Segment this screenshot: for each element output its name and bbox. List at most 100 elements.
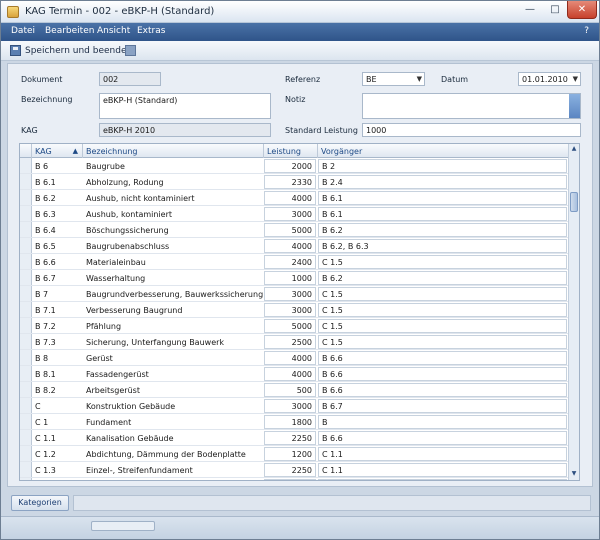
cell-leistung[interactable]: 2250 bbox=[264, 463, 316, 477]
table-row[interactable]: B 6.1 Abholzung, Rodung 2330 B 2.4 bbox=[20, 174, 569, 190]
grid-scrollbar[interactable]: ▲ ▼ bbox=[568, 144, 579, 480]
row-selector[interactable] bbox=[20, 254, 32, 269]
row-selector[interactable] bbox=[20, 318, 32, 333]
cell-vorgaenger[interactable]: B 6.7 bbox=[318, 399, 567, 413]
cell-vorgaenger[interactable]: C 1.5 bbox=[318, 287, 567, 301]
table-row[interactable]: C Konstruktion Gebäude 3000 B 6.7 bbox=[20, 398, 569, 414]
cell-leistung[interactable]: 4000 bbox=[264, 367, 316, 381]
cell-bezeichnung[interactable]: Gerüst bbox=[83, 350, 264, 365]
cell-vorgaenger[interactable]: B 6.2 bbox=[318, 271, 567, 285]
cell-leistung[interactable]: 4000 bbox=[264, 191, 316, 205]
cell-bezeichnung[interactable]: Sicherung, Unterfangung Bauwerk bbox=[83, 334, 264, 349]
cell-kag[interactable]: B 6.1 bbox=[32, 174, 83, 189]
cell-vorgaenger[interactable]: C 1.5 bbox=[318, 335, 567, 349]
table-row[interactable]: C 1 Fundament 1800 B bbox=[20, 414, 569, 430]
cell-bezeichnung[interactable]: Bodenplatte nicht tragend bbox=[83, 478, 264, 480]
table-row[interactable]: C 1.4Bodenplatte nicht tragend1800C 1.1 bbox=[20, 478, 569, 480]
minimize-button[interactable]: — bbox=[517, 1, 543, 19]
cell-kag[interactable]: B 7.2 bbox=[32, 318, 83, 333]
cell-bezeichnung[interactable]: Abdichtung, Dämmung der Bodenplatte bbox=[83, 446, 264, 461]
cell-bezeichnung[interactable]: Einzel-, Streifenfundament bbox=[83, 462, 264, 477]
cell-bezeichnung[interactable]: Pfählung bbox=[83, 318, 264, 333]
cell-vorgaenger[interactable]: B bbox=[318, 415, 567, 429]
row-selector[interactable] bbox=[20, 462, 32, 477]
menu-ansicht[interactable]: Ansicht bbox=[97, 26, 130, 36]
row-selector[interactable] bbox=[20, 286, 32, 301]
cell-kag[interactable]: C 1 bbox=[32, 414, 83, 429]
table-row[interactable]: B 8 Gerüst 4000 B 6.6 bbox=[20, 350, 569, 366]
cell-kag[interactable]: B 6.2 bbox=[32, 190, 83, 205]
cell-vorgaenger[interactable]: C 1.5 bbox=[318, 319, 567, 333]
save-close-icon[interactable] bbox=[10, 45, 21, 56]
cell-leistung[interactable]: 1000 bbox=[264, 271, 316, 285]
cell-bezeichnung[interactable]: Materialeinbau bbox=[83, 254, 264, 269]
table-row[interactable]: B 6.3 Aushub, kontaminiert 3000 B 6.1 bbox=[20, 206, 569, 222]
row-selector[interactable] bbox=[20, 174, 32, 189]
column-header-kag[interactable]: KAG ▲ bbox=[32, 144, 83, 158]
table-row[interactable]: B 7.3 Sicherung, Unterfangung Bauwerk 2500… bbox=[20, 334, 569, 350]
cell-bezeichnung[interactable]: Abholzung, Rodung bbox=[83, 174, 264, 189]
cell-kag[interactable]: B 6.4 bbox=[32, 222, 83, 237]
close-button[interactable]: ✕ bbox=[567, 1, 597, 19]
cell-leistung[interactable]: 2330 bbox=[264, 175, 316, 189]
cell-bezeichnung[interactable]: Böschungssicherung bbox=[83, 222, 264, 237]
cell-bezeichnung[interactable]: Aushub, kontaminiert bbox=[83, 206, 264, 221]
cell-leistung[interactable]: 2000 bbox=[264, 159, 316, 173]
table-row[interactable]: B 7.1 Verbesserung Baugrund 3000 C 1.5 bbox=[20, 302, 569, 318]
cell-bezeichnung[interactable]: Verbesserung Baugrund bbox=[83, 302, 264, 317]
scroll-down-icon[interactable]: ▼ bbox=[570, 470, 578, 479]
cell-leistung[interactable]: 5000 bbox=[264, 319, 316, 333]
column-header-leistung[interactable]: Leistung bbox=[264, 144, 318, 158]
referenz-dropdown[interactable]: BE ▼ bbox=[362, 72, 425, 86]
cell-leistung[interactable]: 1800 bbox=[264, 415, 316, 429]
row-selector[interactable] bbox=[20, 302, 32, 317]
cell-kag[interactable]: C 1.3 bbox=[32, 462, 83, 477]
cell-vorgaenger[interactable]: B 6.1 bbox=[318, 207, 567, 221]
cell-kag[interactable]: B 7 bbox=[32, 286, 83, 301]
menu-datei[interactable]: Datei bbox=[11, 26, 35, 36]
title-bar[interactable]: KAG Termin - 002 - eBKP-H (Standard) — □… bbox=[1, 1, 599, 23]
row-selector[interactable] bbox=[20, 190, 32, 205]
standard-leistung-field[interactable]: 1000 bbox=[362, 123, 581, 137]
row-selector[interactable] bbox=[20, 430, 32, 445]
table-row[interactable]: B 8.1 Fassadengerüst 4000 B 6.6 bbox=[20, 366, 569, 382]
cell-bezeichnung[interactable]: Fundament bbox=[83, 414, 264, 429]
row-selector[interactable] bbox=[20, 446, 32, 461]
cell-leistung[interactable]: 4000 bbox=[264, 351, 316, 365]
cell-vorgaenger[interactable]: B 6.1 bbox=[318, 191, 567, 205]
cell-vorgaenger[interactable]: C 1.5 bbox=[318, 303, 567, 317]
cell-vorgaenger[interactable]: B 2.4 bbox=[318, 175, 567, 189]
table-row[interactable]: B 7 Baugrundverbesserung, Bauwerkssicheru… bbox=[20, 286, 569, 302]
maximize-button[interactable]: □ bbox=[543, 1, 567, 19]
row-selector[interactable] bbox=[20, 270, 32, 285]
table-row[interactable]: B 6.5 Baugrubenabschluss 4000 B 6.2, B 6.3 bbox=[20, 238, 569, 254]
row-selector[interactable] bbox=[20, 414, 32, 429]
scroll-up-icon[interactable]: ▲ bbox=[570, 145, 578, 154]
cell-bezeichnung[interactable]: Konstruktion Gebäude bbox=[83, 398, 264, 413]
menu-bearbeiten[interactable]: Bearbeiten bbox=[45, 26, 94, 36]
cell-leistung[interactable]: 2500 bbox=[264, 335, 316, 349]
bezeichnung-field[interactable]: eBKP-H (Standard) bbox=[99, 93, 271, 119]
kag-field[interactable]: eBKP-H 2010 bbox=[99, 123, 271, 137]
cell-vorgaenger[interactable]: B 6.6 bbox=[318, 351, 567, 365]
cell-kag[interactable]: B 8.1 bbox=[32, 366, 83, 381]
cell-leistung[interactable]: 1800 bbox=[264, 479, 316, 480]
cell-bezeichnung[interactable]: Wasserhaltung bbox=[83, 270, 264, 285]
table-row[interactable]: B 7.2 Pfählung 5000 C 1.5 bbox=[20, 318, 569, 334]
cell-leistung[interactable]: 3000 bbox=[264, 207, 316, 221]
row-selector[interactable] bbox=[20, 222, 32, 237]
cell-vorgaenger[interactable]: B 2 bbox=[318, 159, 567, 173]
save-and-close-button[interactable]: Speichern und beenden bbox=[25, 46, 132, 56]
cell-vorgaenger[interactable]: C 1.1 bbox=[318, 463, 567, 477]
table-row[interactable]: C 1.1 Kanalisation Gebäude 2250 B 6.6 bbox=[20, 430, 569, 446]
column-header-bezeichnung[interactable]: Bezeichnung bbox=[83, 144, 264, 158]
menu-extras[interactable]: Extras bbox=[137, 26, 165, 36]
save-icon[interactable] bbox=[125, 45, 136, 56]
table-row[interactable]: B 8.2 Arbeitsgerüst 500 B 6.6 bbox=[20, 382, 569, 398]
cell-vorgaenger[interactable]: B 6.2 bbox=[318, 223, 567, 237]
row-selector[interactable] bbox=[20, 334, 32, 349]
cell-kag[interactable]: B 8.2 bbox=[32, 382, 83, 397]
column-header-vorgaenger[interactable]: Vorgänger bbox=[318, 144, 569, 158]
kategorien-button[interactable]: Kategorien bbox=[11, 495, 69, 511]
cell-vorgaenger[interactable]: C 1.5 bbox=[318, 255, 567, 269]
